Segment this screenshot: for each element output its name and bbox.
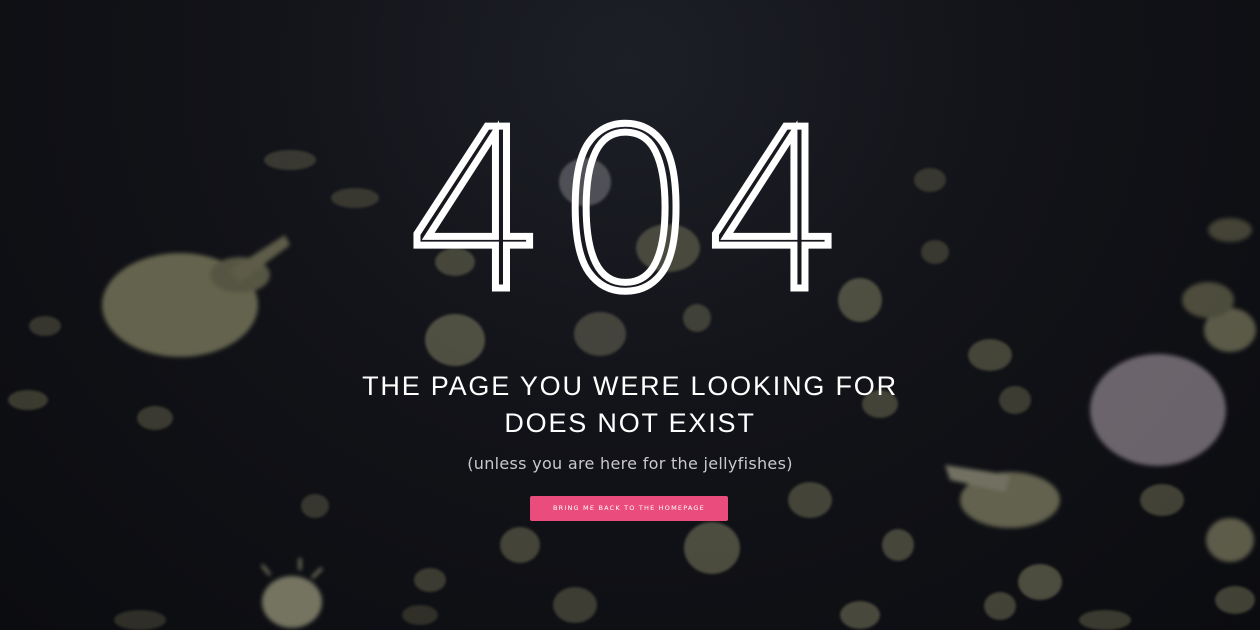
error-page: 404 THE PAGE YOU WERE LOOKING FOR DOES N…: [0, 0, 1260, 630]
error-headline: THE PAGE YOU WERE LOOKING FOR DOES NOT E…: [362, 371, 898, 438]
error-content: 404 THE PAGE YOU WERE LOOKING FOR DOES N…: [0, 0, 1260, 630]
back-to-homepage-button[interactable]: bring me back to the homepage: [530, 496, 728, 521]
error-code: 404: [403, 83, 854, 341]
error-subtext: (unless you are here for the jellyfishes…: [467, 454, 793, 473]
